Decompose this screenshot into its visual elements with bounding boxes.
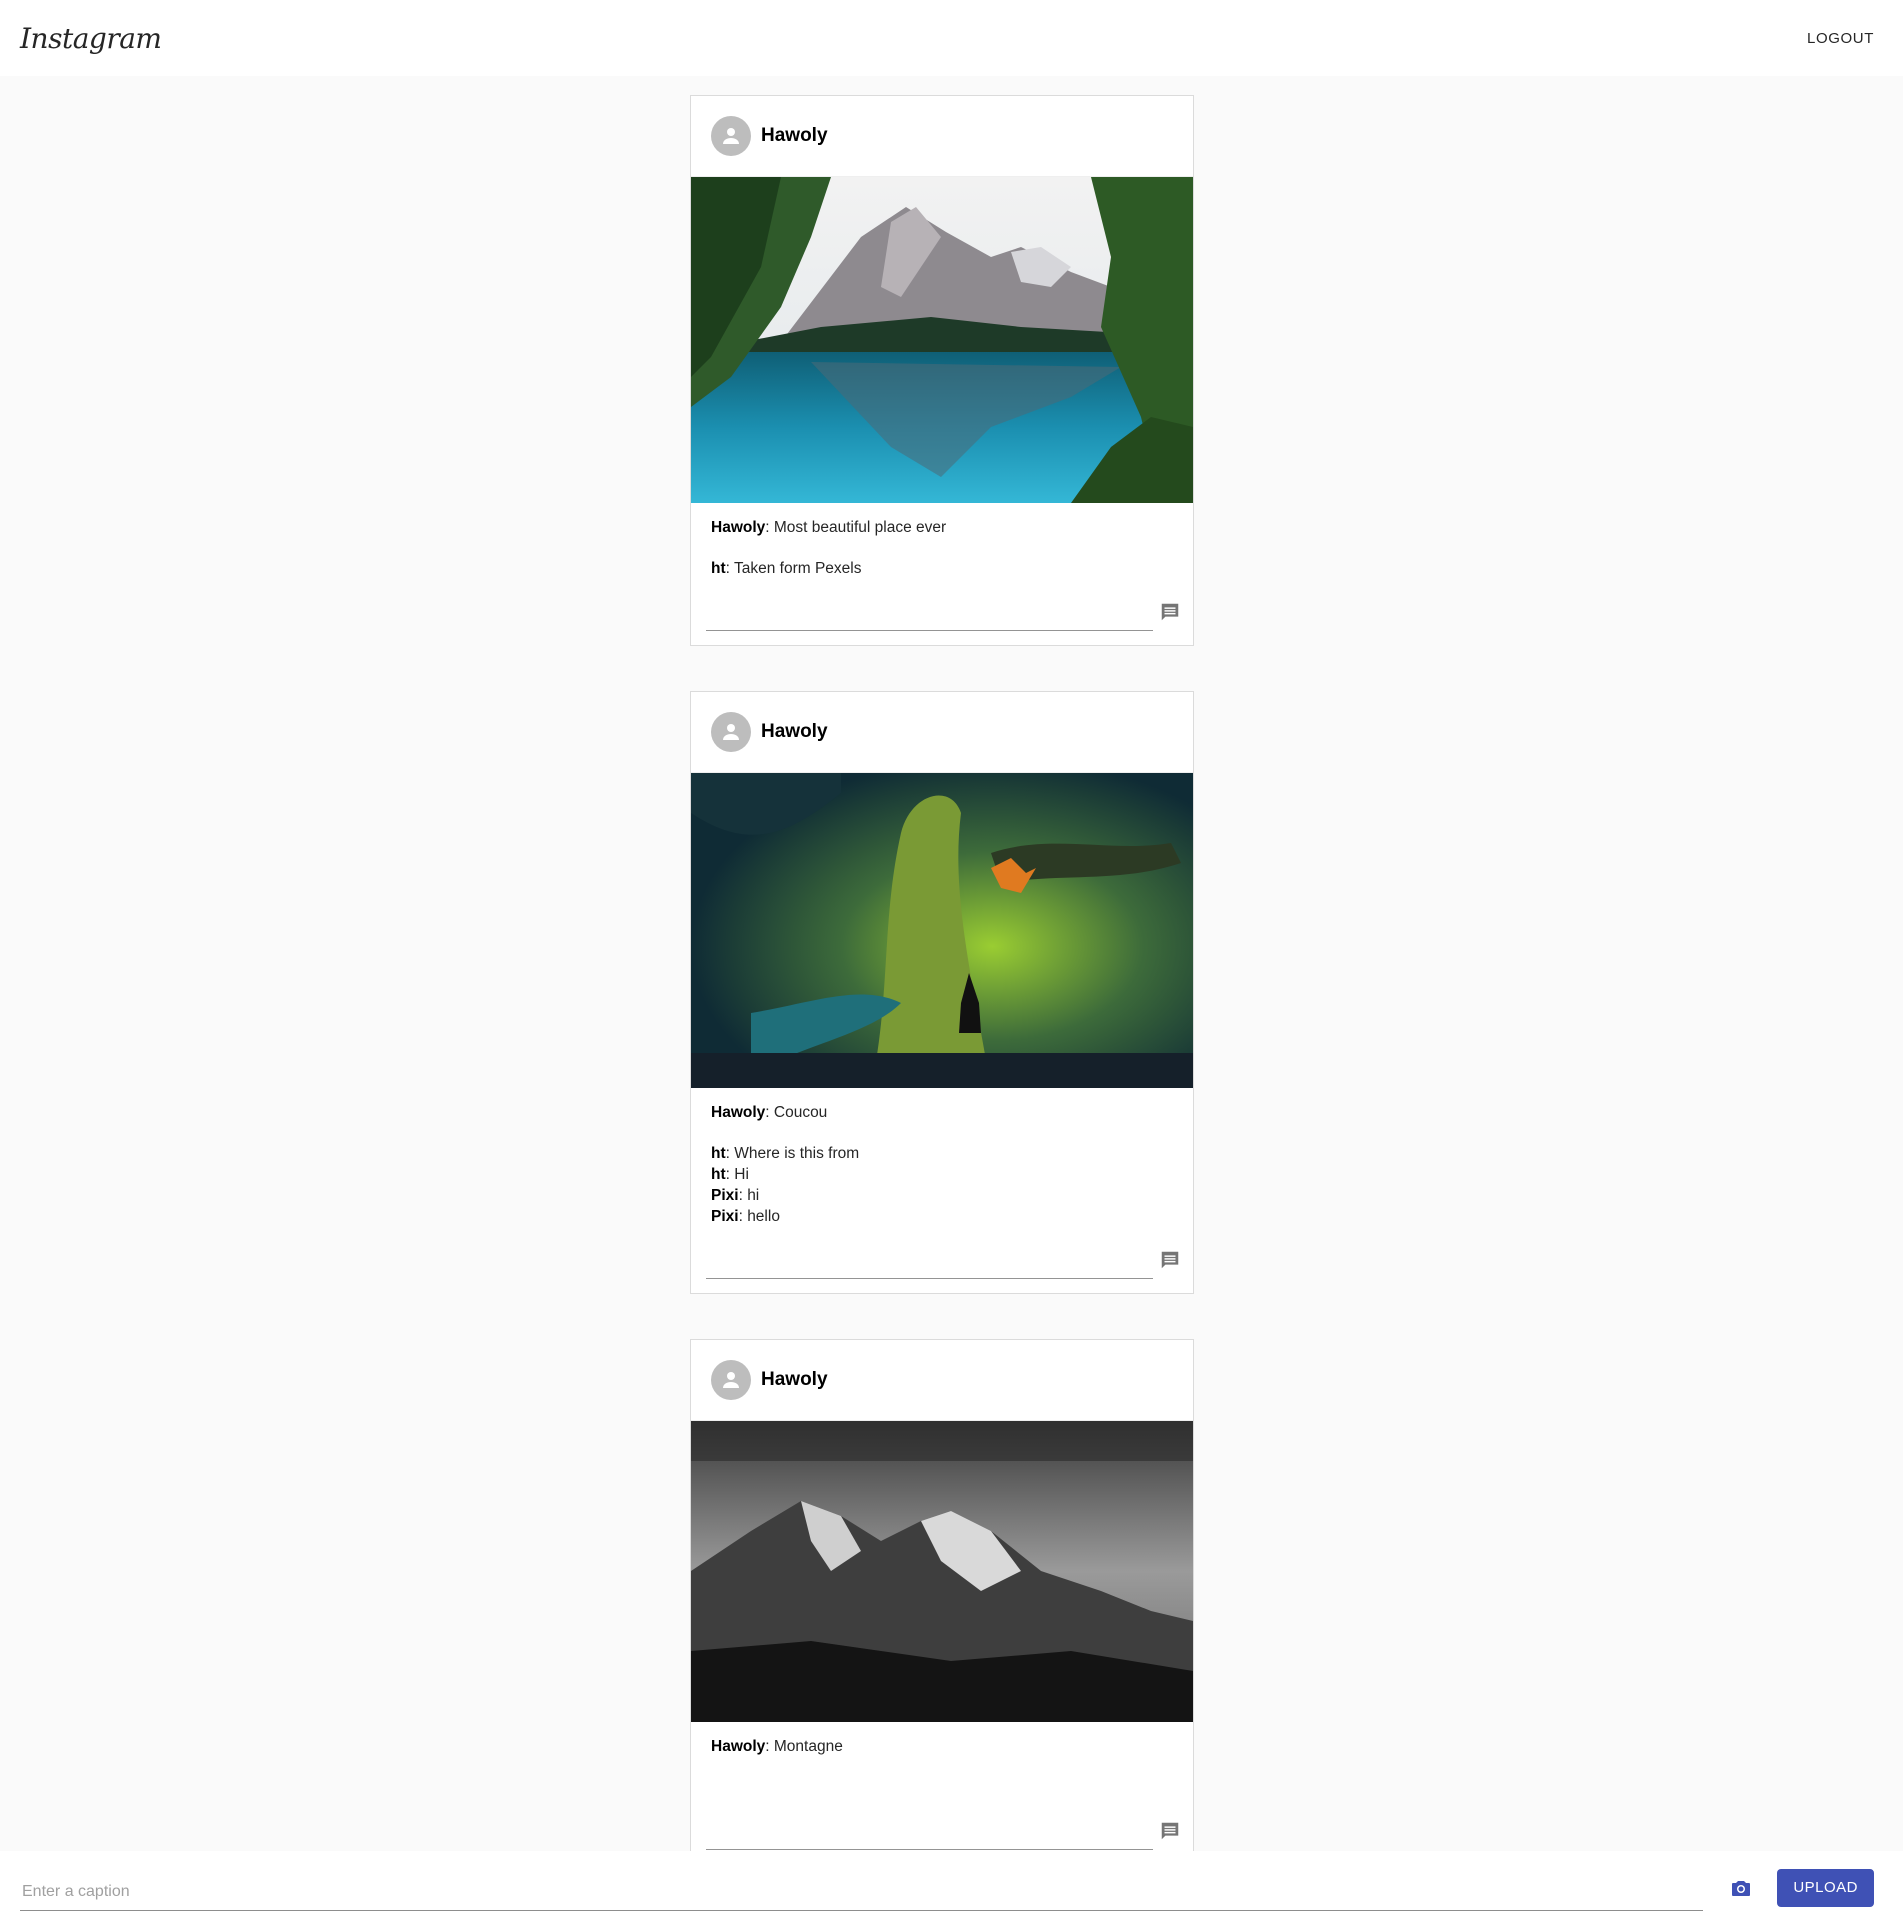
comment-form (706, 1817, 1183, 1850)
comment-submit-button[interactable] (1157, 1818, 1183, 1844)
comment-text: : hi (738, 1187, 760, 1204)
comment: ht: Where is this from (711, 1143, 1173, 1164)
post-image (691, 1421, 1193, 1722)
comment-submit-button[interactable] (1157, 1247, 1183, 1273)
comment-text: : Where is this from (725, 1145, 860, 1162)
post-username[interactable]: Hawoly (761, 721, 828, 743)
post-body: Hawoly: Coucou ht: Where is this from ht… (691, 1088, 1193, 1227)
post-username[interactable]: Hawoly (761, 125, 828, 147)
person-icon (723, 724, 739, 740)
caption-text: : Most beautiful place ever (765, 519, 947, 536)
person-icon (723, 128, 739, 144)
comment: Pixi: hello (711, 1206, 1173, 1227)
comment: ht: Hi (711, 1164, 1173, 1185)
upload-bar: UPLOAD (0, 1851, 1903, 1924)
comment-form (706, 598, 1183, 631)
caption-username[interactable]: Hawoly (711, 1104, 765, 1121)
comment-username[interactable]: Pixi (711, 1187, 739, 1204)
comment-username[interactable]: ht (711, 560, 726, 577)
avatar[interactable] (711, 1360, 751, 1400)
comment: Pixi: hi (711, 1185, 1173, 1206)
comment-text: : Hi (725, 1166, 749, 1183)
comment-submit-button[interactable] (1157, 599, 1183, 625)
post-image (691, 773, 1193, 1088)
comment-icon (1161, 1251, 1179, 1269)
post: Hawoly Hawoly: Montagne (690, 1339, 1194, 1865)
caption-username[interactable]: Hawoly (711, 1738, 765, 1755)
photo-picker-button[interactable] (1721, 1868, 1761, 1908)
post-image (691, 177, 1193, 503)
avatar[interactable] (711, 116, 751, 156)
comment-input[interactable] (706, 598, 1153, 631)
comment-username[interactable]: Pixi (711, 1208, 739, 1225)
caption-username[interactable]: Hawoly (711, 519, 765, 536)
post-caption: Hawoly: Most beautiful place ever (711, 517, 1173, 538)
post-username[interactable]: Hawoly (761, 1369, 828, 1391)
post: Hawoly Hawoly: Coucou ht: Where is this … (690, 691, 1194, 1294)
comment-username[interactable]: ht (711, 1166, 726, 1183)
comment-icon (1161, 603, 1179, 621)
instagram-logo[interactable]: Instagram (20, 22, 162, 55)
post-header: Hawoly (691, 96, 1193, 177)
comment: ht: Taken form Pexels (711, 558, 1173, 579)
post-feed: Hawoly Hawoly: Most beautiful place ever… (690, 95, 1194, 1910)
comment-input[interactable] (706, 1817, 1153, 1850)
comment-form (706, 1246, 1183, 1279)
caption-text: : Coucou (765, 1104, 828, 1121)
person-icon (723, 1372, 739, 1388)
comment-input[interactable] (706, 1246, 1153, 1279)
post-caption: Hawoly: Montagne (711, 1736, 1173, 1757)
post-caption: Hawoly: Coucou (711, 1102, 1173, 1123)
comment-text: : hello (738, 1208, 780, 1225)
post-header: Hawoly (691, 692, 1193, 773)
post-body: Hawoly: Most beautiful place ever ht: Ta… (691, 503, 1193, 579)
post-body: Hawoly: Montagne (691, 1722, 1193, 1798)
post-header: Hawoly (691, 1340, 1193, 1421)
post: Hawoly Hawoly: Most beautiful place ever… (690, 95, 1194, 646)
upload-button[interactable]: UPLOAD (1777, 1868, 1874, 1907)
app-header: Instagram LOGOUT (0, 0, 1903, 76)
avatar[interactable] (711, 712, 751, 752)
comment-username[interactable]: ht (711, 1145, 726, 1162)
caption-input[interactable] (20, 1874, 1704, 1911)
logout-button[interactable]: LOGOUT (1807, 30, 1874, 47)
camera-icon (1732, 1880, 1751, 1896)
comment-text: : Taken form Pexels (725, 560, 862, 577)
comment-icon (1161, 1822, 1179, 1840)
caption-text: : Montagne (765, 1738, 843, 1755)
